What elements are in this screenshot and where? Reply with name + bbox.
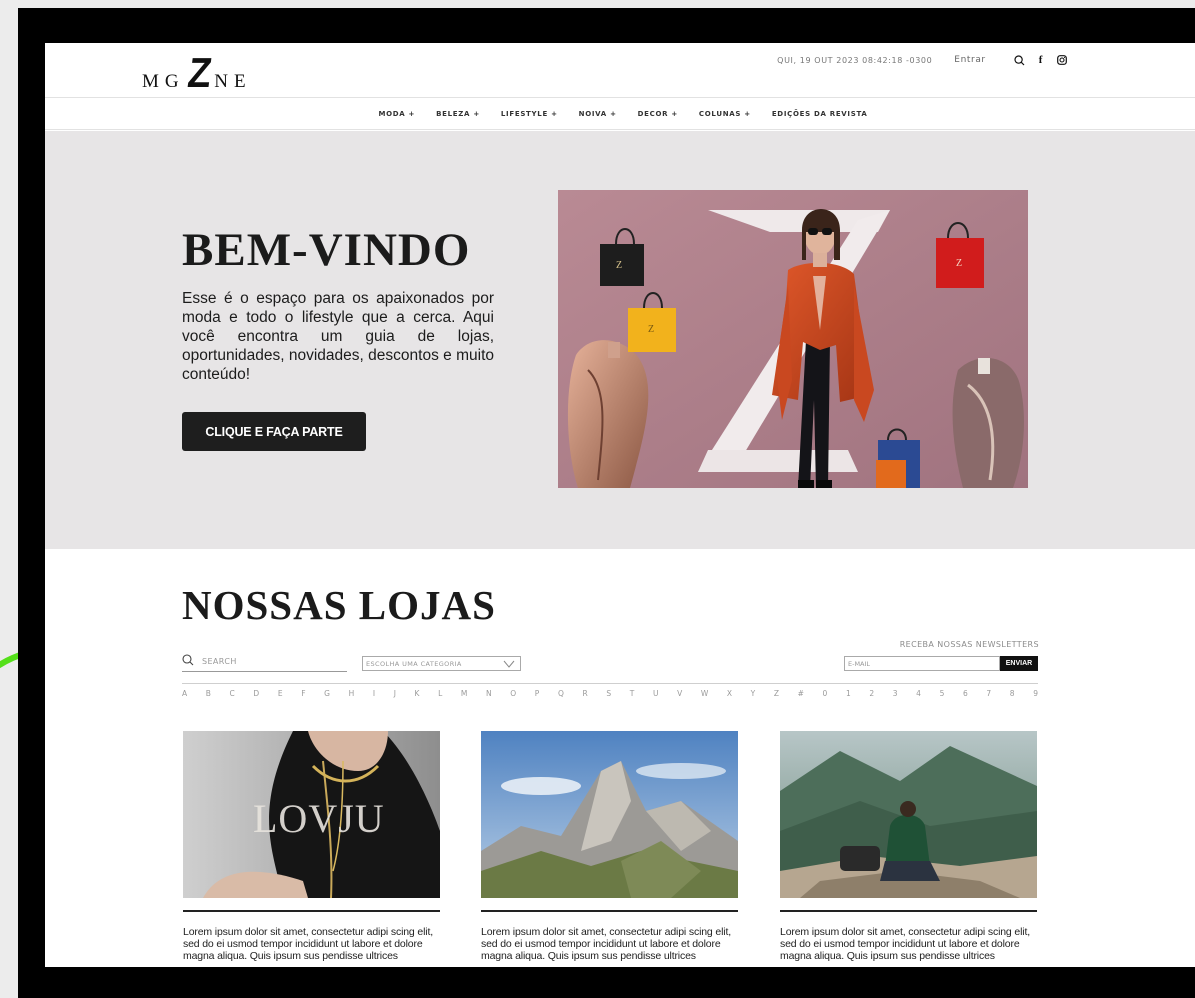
alpha-link[interactable]: Y [751,689,756,698]
svg-text:Z: Z [616,260,622,271]
search-placeholder: SEARCH [202,657,237,666]
nav-item-colunas[interactable]: COLUNAS + [699,110,751,118]
header-utilities: QUI, 19 OUT 2023 08:42:18 -0300 Entrar f [777,54,1067,66]
alpha-link[interactable]: 1 [846,689,851,698]
site-header: MG Z NE QUI, 19 OUT 2023 08:42:18 -0300 … [45,43,1195,98]
alpha-link[interactable]: I [373,689,375,698]
alpha-link[interactable]: U [653,689,659,698]
alpha-link[interactable]: 5 [940,689,945,698]
alpha-link[interactable]: G [324,689,330,698]
alpha-link[interactable]: D [253,689,259,698]
store-card-image-mountain[interactable] [481,731,738,898]
alpha-link[interactable]: A [182,689,187,698]
main-navigation: MODA + BELEZA + LIFESTYLE + NOIVA + DECO… [45,98,1195,130]
logo-left-text: MG [142,71,185,92]
alpha-link[interactable]: J [394,689,396,698]
alpha-link[interactable]: 0 [823,689,828,698]
alpha-link[interactable]: B [206,689,211,698]
alpha-link[interactable]: 4 [916,689,921,698]
site-logo[interactable]: MG Z NE [142,49,252,97]
hero-description: Esse é o espaço para os apaixonados por … [182,290,494,383]
store-search-field[interactable]: SEARCH [182,652,347,672]
logo-z-mark: Z [184,49,215,96]
chevron-down-icon [503,655,515,673]
alpha-link[interactable]: 7 [986,689,991,698]
alpha-link[interactable]: O [510,689,516,698]
newsletter-label: RECEBA NOSSAS NEWSLETTERS [899,640,1039,649]
nav-item-edicoes[interactable]: EDIÇÕES DA REVISTA [772,110,868,118]
alphabet-filter: A B C D E F G H I J K L M N O P Q R S T … [182,689,1038,698]
lovju-logo-text: LOVJU [253,796,385,841]
current-datetime: QUI, 19 OUT 2023 08:42:18 -0300 [777,55,933,65]
nav-item-lifestyle[interactable]: LIFESTYLE + [501,110,558,118]
search-icon [182,653,194,671]
nav-item-decor[interactable]: DECOR + [638,110,678,118]
alpha-link[interactable]: P [535,689,540,698]
search-icon[interactable] [1014,54,1025,66]
alphabet-divider [182,683,1038,684]
newsletter-email-field[interactable]: E-MAIL [844,656,1000,671]
alpha-link[interactable]: # [798,689,804,698]
alpha-link[interactable]: 6 [963,689,968,698]
alpha-link[interactable]: F [301,689,305,698]
stores-title: NOSSAS LOJAS [182,582,496,628]
alpha-link[interactable]: R [582,689,587,698]
alpha-link[interactable]: 3 [893,689,898,698]
store-card-description: Lorem ipsum dolor sit amet, consectetur … [780,926,1030,962]
alpha-link[interactable]: E [278,689,283,698]
alpha-link[interactable]: T [630,689,635,698]
alpha-link[interactable]: Z [774,689,779,698]
newsletter-send-button[interactable]: ENVIAR [1000,656,1038,671]
store-card[interactable]: Lorem ipsum dolor sit amet, consectetur … [780,731,1037,962]
alpha-link[interactable]: N [486,689,492,698]
alpha-link[interactable]: 2 [869,689,874,698]
store-card-description: Lorem ipsum dolor sit amet, consectetur … [183,926,433,962]
alpha-link[interactable]: H [349,689,355,698]
category-select[interactable]: ESCOLHA UMA CATEGORIA [362,656,521,671]
alpha-link[interactable]: W [701,689,708,698]
alpha-link[interactable]: V [677,689,682,698]
svg-text:Z: Z [648,324,654,335]
store-card-image-lovju[interactable]: LOVJU [183,731,440,898]
email-placeholder: E-MAIL [848,659,871,668]
nav-item-noiva[interactable]: NOIVA + [579,110,617,118]
alpha-link[interactable]: M [461,689,467,698]
card-divider [780,910,1037,912]
card-divider [183,910,440,912]
facebook-icon[interactable]: f [1039,54,1043,66]
nav-item-moda[interactable]: MODA + [378,110,415,118]
card-divider [481,910,738,912]
alpha-link[interactable]: 9 [1033,689,1038,698]
alpha-link[interactable]: S [606,689,611,698]
hero-title: BEM-VINDO [182,224,471,276]
website-screen: MG Z NE QUI, 19 OUT 2023 08:42:18 -0300 … [45,43,1195,967]
store-card-image-hiker[interactable] [780,731,1037,898]
hero-section: BEM-VINDO Esse é o espaço para os apaixo… [45,131,1195,549]
alpha-link[interactable]: C [230,689,235,698]
join-button[interactable]: CLIQUE E FAÇA PARTE [182,412,366,451]
instagram-icon[interactable] [1057,55,1067,65]
store-card-description: Lorem ipsum dolor sit amet, consectetur … [481,926,731,962]
alpha-link[interactable]: K [415,689,420,698]
store-card[interactable]: Lorem ipsum dolor sit amet, consectetur … [481,731,738,962]
nav-item-beleza[interactable]: BELEZA + [436,110,480,118]
login-link[interactable]: Entrar [954,55,985,65]
store-card[interactable]: LOVJU Lorem ipsum dolor sit amet, consec… [183,731,440,962]
hero-fashion-image: Z Z Z [558,190,1028,488]
alpha-link[interactable]: X [727,689,732,698]
alpha-link[interactable]: 8 [1010,689,1015,698]
alpha-link[interactable]: Q [558,689,564,698]
svg-text:Z: Z [956,258,962,269]
category-select-placeholder: ESCOLHA UMA CATEGORIA [366,659,462,668]
alpha-link[interactable]: L [438,689,442,698]
logo-right-text: NE [214,71,252,92]
